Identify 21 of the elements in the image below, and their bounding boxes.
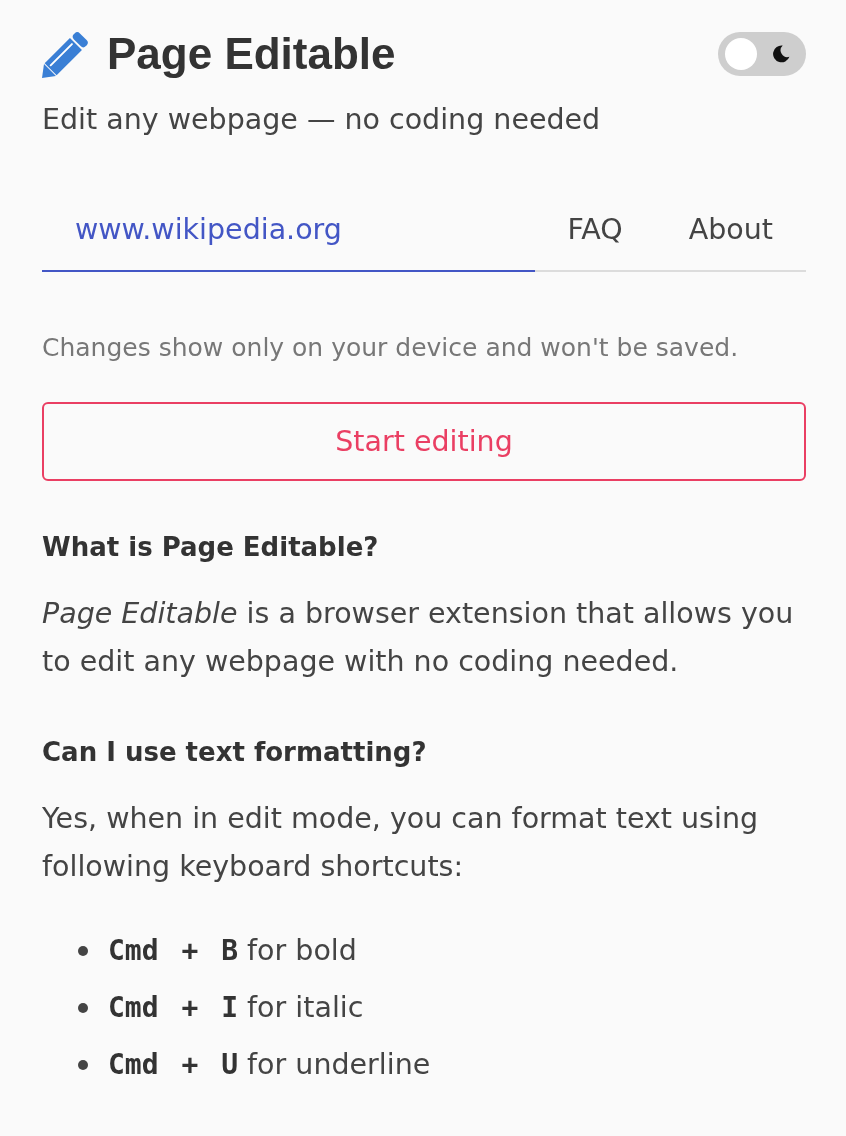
pencil-icon [42, 30, 90, 78]
shortcut-text: Cmd + B for bold [108, 932, 357, 969]
toggle-knob [725, 38, 757, 70]
faq-answer: Page Editable is a browser extension that allows you to edit any webpage with no coding needed. [42, 596, 795, 680]
bullet-icon [78, 945, 88, 956]
dark-mode-toggle[interactable] [718, 32, 806, 76]
bullet-icon [78, 1002, 88, 1013]
faq-question: Can I use text formatting? [42, 736, 428, 769]
tab[interactable]: About [655, 210, 806, 272]
moon-icon [772, 45, 790, 63]
faq-question: What is Page Editable? [42, 531, 380, 564]
shortcut-text: Cmd + I for italic [108, 989, 364, 1026]
bullet-icon [78, 1059, 88, 1070]
start-editing-button[interactable]: Start editing [42, 402, 806, 481]
faq-answer: Yes, when in edit mode, you can format text using following keyboard shortcuts: [42, 801, 760, 885]
app-subtitle: Edit any webpage — no coding needed [42, 102, 602, 138]
app-title: Page Editable [107, 28, 396, 80]
tab[interactable]: www.wikipedia.org [42, 210, 535, 272]
notice-text: Changes show only on your device and won't be saved. [42, 332, 740, 364]
tab[interactable]: FAQ [534, 210, 656, 272]
shortcut-text: Cmd + U for underline [108, 1046, 431, 1083]
